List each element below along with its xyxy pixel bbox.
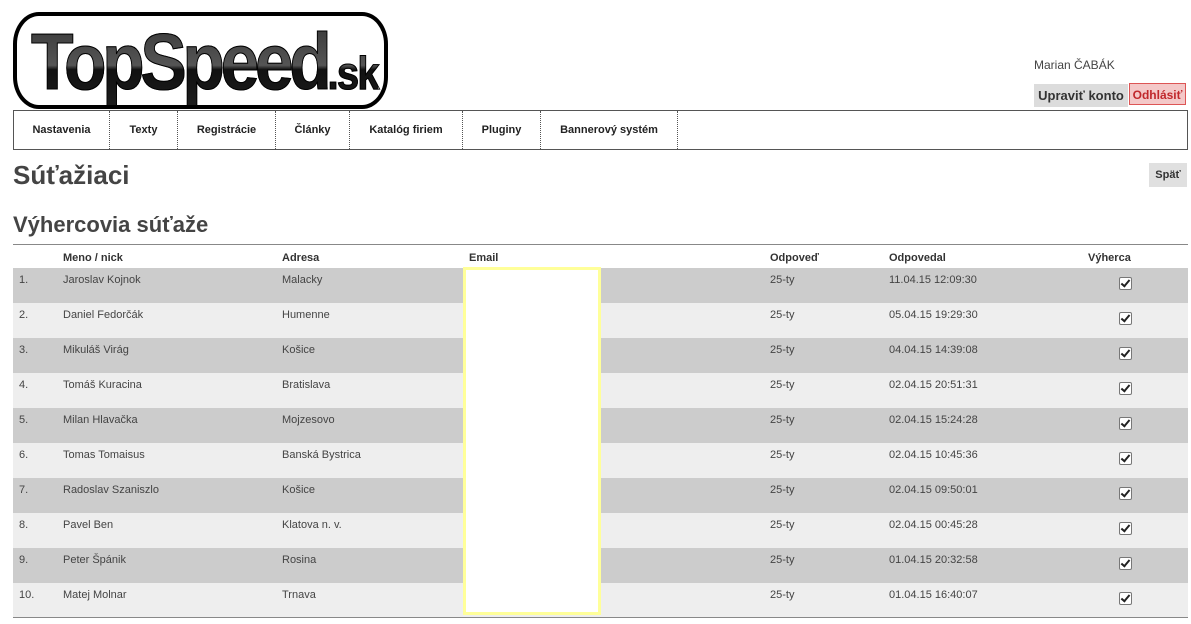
row-winner [1088, 408, 1188, 443]
row-date: 01.04.15 20:32:58 [889, 553, 978, 566]
row-date: 01.04.15 16:40:07 [889, 588, 978, 601]
row-address: Banská Bystrica [282, 448, 361, 461]
nav-item-nastavenia[interactable]: Nastavenia [14, 111, 110, 149]
row-date: 02.04.15 20:51:31 [889, 378, 978, 391]
row-winner [1088, 583, 1188, 618]
row-number: 4. [19, 378, 29, 391]
row-number: 7. [19, 483, 29, 496]
row-winner [1088, 373, 1188, 408]
row-winner [1088, 513, 1188, 548]
col-header-answered[interactable]: Odpovedal [889, 245, 1088, 268]
row-name: Jaroslav Kojnok [63, 273, 141, 286]
row-date: 02.04.15 00:45:28 [889, 518, 978, 531]
row-name: Mikuláš Virág [63, 343, 129, 356]
logo-name: TopSpeed [31, 17, 333, 106]
nav-item-pluginy[interactable]: Pluginy [463, 111, 541, 149]
row-date: 02.04.15 15:24:28 [889, 413, 978, 426]
col-header-winner[interactable]: Výherca [1088, 245, 1188, 268]
row-name: Milan Hlavačka [63, 413, 138, 426]
logo-frame: TopSpeed.sk [17, 16, 384, 105]
logo-tld: .sk [327, 47, 380, 100]
col-header-address[interactable]: Adresa [282, 245, 469, 268]
row-date: 02.04.15 10:45:36 [889, 448, 978, 461]
row-address: Klatova n. v. [282, 518, 342, 531]
row-date: 04.04.15 14:39:08 [889, 343, 978, 356]
row-answer: 25-ty [770, 378, 795, 391]
user-name: Marian ČABÁK [1034, 58, 1115, 72]
row-name: Pavel Ben [63, 518, 114, 531]
row-date: 02.04.15 09:50:01 [889, 483, 978, 496]
row-number: 1. [19, 273, 29, 286]
site-logo[interactable]: TopSpeed.sk [13, 12, 388, 109]
row-answer: 25-ty [770, 413, 795, 426]
row-number: 5. [19, 413, 29, 426]
winner-checkbox[interactable] [1119, 381, 1132, 395]
winner-checkbox[interactable] [1119, 451, 1132, 465]
back-button[interactable]: Späť [1149, 163, 1187, 187]
winner-checkbox[interactable] [1119, 591, 1132, 605]
main-nav: Nastavenia Texty Registrácie Články Kata… [13, 110, 1188, 150]
col-header-number [13, 245, 63, 268]
row-date: 11.04.15 12:09:30 [889, 273, 977, 286]
logout-button[interactable]: Odhlásiť [1129, 83, 1186, 105]
row-winner [1088, 443, 1188, 478]
logo-text: TopSpeed.sk [31, 16, 380, 106]
section-title: Výhercovia súťaže [13, 212, 209, 237]
row-answer: 25-ty [770, 343, 795, 356]
row-address: Košice [282, 343, 316, 356]
row-winner [1088, 548, 1188, 583]
row-name: Radoslav Szaniszlo [63, 483, 159, 496]
row-answer: 25-ty [770, 273, 795, 286]
row-answer: 25-ty [770, 518, 795, 531]
nav-item-katalog-firiem[interactable]: Katalóg firiem [350, 111, 463, 149]
table-header-row: Meno / nick Adresa Email Odpoveď Odpoved… [13, 244, 1188, 268]
page-title: Súťažiaci [13, 160, 130, 190]
winner-checkbox[interactable] [1119, 346, 1132, 360]
row-answer: 25-ty [770, 308, 795, 321]
row-winner [1088, 338, 1188, 373]
email-redaction-overlay [463, 267, 601, 615]
row-address: Bratislava [282, 378, 331, 391]
row-date: 05.04.15 19:29:30 [889, 308, 978, 321]
winner-checkbox[interactable] [1119, 416, 1132, 430]
row-winner [1088, 303, 1188, 338]
row-name: Tomas Tomaisus [63, 448, 145, 461]
row-answer: 25-ty [770, 448, 795, 461]
row-number: 6. [19, 448, 29, 461]
row-number: 9. [19, 553, 29, 566]
row-number: 10. [19, 588, 35, 601]
row-name: Daniel Fedorčák [63, 308, 144, 321]
nav-item-registracie[interactable]: Registrácie [178, 111, 276, 149]
row-address: Košice [282, 483, 316, 496]
row-name: Matej Molnar [63, 588, 127, 601]
winner-checkbox[interactable] [1119, 276, 1132, 290]
row-answer: 25-ty [770, 483, 795, 496]
row-winner [1088, 478, 1188, 513]
nav-item-bannerovy-system[interactable]: Bannerový systém [541, 111, 678, 149]
row-address: Humenne [282, 308, 330, 321]
row-number: 3. [19, 343, 29, 356]
row-winner [1088, 268, 1188, 303]
col-header-answer[interactable]: Odpoveď [770, 245, 889, 268]
col-header-email[interactable]: Email [469, 245, 770, 268]
winner-checkbox[interactable] [1119, 556, 1132, 570]
col-header-name[interactable]: Meno / nick [63, 245, 282, 268]
row-name: Tomáš Kuracina [63, 378, 142, 391]
nav-item-texty[interactable]: Texty [110, 111, 178, 149]
row-name: Peter Špánik [63, 553, 126, 566]
nav-item-clanky[interactable]: Články [276, 111, 350, 149]
winner-checkbox[interactable] [1119, 521, 1132, 535]
row-address: Rosina [282, 553, 317, 566]
row-answer: 25-ty [770, 588, 795, 601]
row-address: Mojzesovo [282, 413, 335, 426]
row-number: 8. [19, 518, 29, 531]
row-number: 2. [19, 308, 29, 321]
row-address: Trnava [282, 588, 316, 601]
winner-checkbox[interactable] [1119, 311, 1132, 325]
row-address: Malacky [282, 273, 323, 286]
edit-account-button[interactable]: Upraviť konto [1034, 84, 1128, 107]
row-answer: 25-ty [770, 553, 795, 566]
winner-checkbox[interactable] [1119, 486, 1132, 500]
